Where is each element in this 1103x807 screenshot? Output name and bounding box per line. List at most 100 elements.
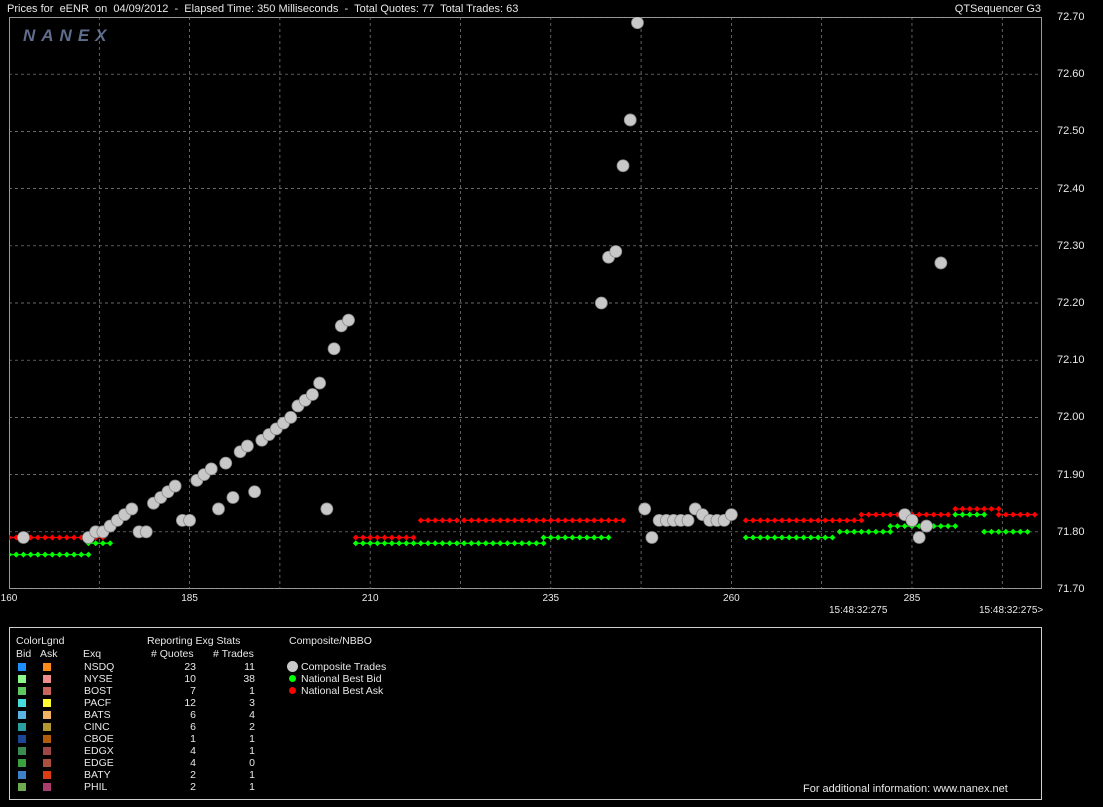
best-ask-point xyxy=(851,517,858,524)
best-bid-point xyxy=(815,534,822,541)
x-tick-label: 185 xyxy=(181,593,198,604)
trade-point xyxy=(645,531,659,544)
best-bid-point xyxy=(843,528,850,535)
bid-swatch xyxy=(18,687,26,695)
x-tick-label: 235 xyxy=(542,593,560,604)
exchange-name: EDGE xyxy=(84,757,114,769)
ask-swatch xyxy=(43,711,51,719)
y-tick-label: 72.30 xyxy=(1057,239,1085,252)
best-ask-point xyxy=(605,517,612,524)
best-bid-point xyxy=(793,534,800,541)
exchange-name: CBOE xyxy=(84,733,114,745)
bid-swatch xyxy=(18,747,26,755)
composite-marker xyxy=(289,675,296,682)
ask-swatch xyxy=(43,747,51,755)
ask-swatch xyxy=(43,663,51,671)
bid-swatch xyxy=(18,723,26,731)
best-ask-point xyxy=(858,517,865,524)
best-ask-point xyxy=(872,511,879,518)
bid-swatch xyxy=(18,675,26,683)
trade-point xyxy=(609,245,623,258)
x-tick-label: 210 xyxy=(361,593,379,604)
best-bid-point xyxy=(981,528,988,535)
best-bid-point xyxy=(99,540,106,547)
trade-point xyxy=(934,256,948,270)
best-ask-point xyxy=(829,517,836,524)
best-ask-point xyxy=(973,505,980,512)
trade-point xyxy=(125,502,139,516)
best-ask-point xyxy=(757,517,764,524)
best-bid-point xyxy=(34,551,41,558)
best-ask-point xyxy=(526,517,533,524)
best-bid-point xyxy=(42,551,49,558)
exchange-quotes: 1 xyxy=(190,733,196,745)
footer-info: For additional information: www.nanex.ne… xyxy=(803,783,1008,795)
bid-swatch xyxy=(18,783,26,791)
best-ask-point xyxy=(786,517,793,524)
composite-label: Composite Trades xyxy=(301,661,387,673)
trade-point xyxy=(248,485,262,499)
best-ask-point xyxy=(388,534,395,541)
exchange-quotes: 4 xyxy=(190,757,196,769)
y-tick-label: 71.70 xyxy=(1057,583,1085,595)
best-bid-point xyxy=(807,534,814,541)
best-ask-point xyxy=(807,517,814,524)
best-bid-point xyxy=(800,534,807,541)
best-bid-point xyxy=(540,534,547,541)
composite-label: National Best Bid xyxy=(301,673,382,685)
best-bid-point xyxy=(742,534,749,541)
best-ask-point xyxy=(468,517,475,524)
best-ask-point xyxy=(1017,511,1024,518)
y-tick-label: 71.80 xyxy=(1057,525,1085,538)
best-ask-point xyxy=(403,534,410,541)
composite-marker xyxy=(289,687,296,694)
exchange-trades: 38 xyxy=(243,673,255,685)
best-bid-point xyxy=(9,551,12,558)
best-bid-point xyxy=(526,540,533,547)
best-ask-point xyxy=(822,517,829,524)
ask-swatch xyxy=(43,675,51,683)
best-bid-point xyxy=(583,534,590,541)
best-ask-point xyxy=(742,517,749,524)
best-ask-point xyxy=(988,505,995,512)
trade-point xyxy=(327,342,341,356)
exchange-trades: 0 xyxy=(249,757,255,769)
y-tick-label: 72.00 xyxy=(1057,411,1085,424)
best-ask-point xyxy=(396,534,403,541)
best-bid-point xyxy=(396,540,403,547)
best-ask-point xyxy=(995,511,1002,518)
best-ask-point xyxy=(1010,511,1017,518)
best-bid-point xyxy=(822,534,829,541)
best-ask-point xyxy=(750,517,757,524)
best-ask-point xyxy=(800,517,807,524)
ask-swatch xyxy=(43,687,51,695)
exchange-name: BATY xyxy=(84,769,111,781)
app-name: QTSequencer G3 xyxy=(954,3,1041,15)
best-ask-point xyxy=(497,517,504,524)
exchange-quotes: 7 xyxy=(190,685,196,697)
best-ask-point xyxy=(778,517,785,524)
best-bid-point xyxy=(1024,528,1031,535)
best-ask-point xyxy=(71,534,78,541)
best-bid-point xyxy=(540,540,547,547)
best-bid-point xyxy=(49,551,56,558)
bid-swatch xyxy=(18,663,26,671)
best-ask-point xyxy=(453,517,460,524)
best-bid-point xyxy=(453,540,460,547)
trade-point xyxy=(17,531,30,544)
trade-point xyxy=(212,502,225,516)
exchange-quotes: 4 xyxy=(190,745,196,757)
best-bid-point xyxy=(27,551,34,558)
best-ask-point xyxy=(952,505,959,512)
best-ask-point xyxy=(930,511,937,518)
bid-swatch xyxy=(18,735,26,743)
trade-point xyxy=(342,313,355,327)
best-ask-point xyxy=(42,534,49,541)
best-ask-point xyxy=(620,517,627,524)
trade-point xyxy=(305,388,319,401)
best-bid-point xyxy=(403,540,410,547)
best-bid-point xyxy=(63,551,70,558)
bid-swatch xyxy=(18,711,26,719)
y-tick-label: 72.20 xyxy=(1057,297,1085,309)
ask-header: Ask xyxy=(40,648,58,660)
